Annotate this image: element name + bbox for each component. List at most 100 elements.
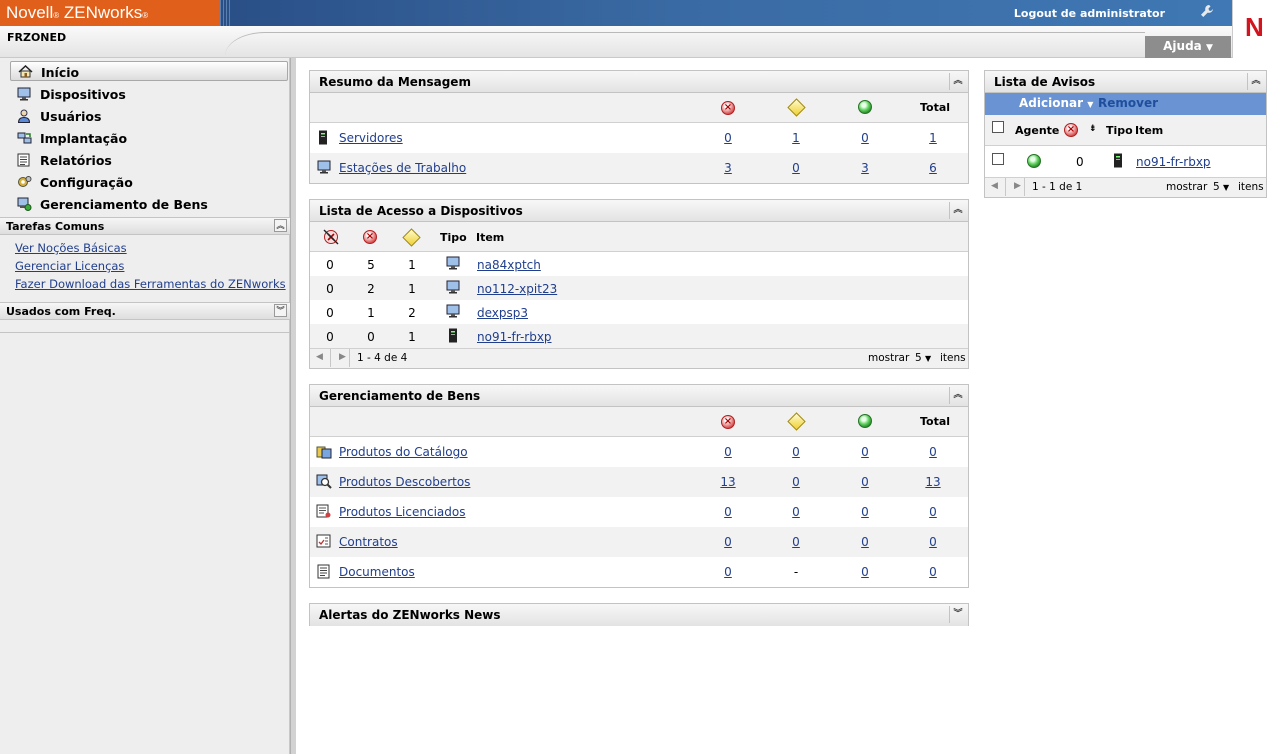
product-name: ZENworks bbox=[63, 3, 143, 22]
warning-count-link[interactable]: 0 bbox=[781, 535, 811, 549]
chevron-down-icon: ▼ bbox=[1087, 100, 1094, 109]
servers-link[interactable]: Servidores bbox=[339, 131, 403, 145]
total-count-link[interactable]: 0 bbox=[918, 505, 948, 519]
sidebar-item-relatorios[interactable]: Relatórios bbox=[10, 150, 288, 170]
device-link[interactable]: no91-fr-rbxp bbox=[477, 330, 552, 344]
total-count-link[interactable]: 0 bbox=[918, 535, 948, 549]
total-count-link[interactable]: 0 bbox=[918, 445, 948, 459]
expand-icon[interactable]: ︾ bbox=[274, 304, 287, 317]
warning-count-link[interactable]: 1 bbox=[781, 131, 811, 145]
sort-desc-icon[interactable]: ⇟ bbox=[1089, 124, 1097, 134]
expand-icon[interactable]: ︾ bbox=[949, 606, 966, 623]
remove-button[interactable]: Remover bbox=[1098, 96, 1158, 110]
sidebar-item-label: Configuração bbox=[40, 175, 133, 190]
sidebar-item-inicio[interactable]: Início bbox=[10, 61, 288, 81]
select-all-checkbox[interactable] bbox=[992, 121, 1004, 133]
next-page-icon[interactable]: ▶ bbox=[1014, 181, 1021, 191]
licensed-products-link[interactable]: Produtos Licenciados bbox=[339, 505, 465, 519]
add-button[interactable]: Adicionar ▼ bbox=[1019, 96, 1093, 110]
workstation-icon bbox=[317, 160, 331, 177]
zone-name: FRZONED bbox=[7, 31, 67, 44]
previous-page-icon[interactable]: ◀ bbox=[991, 181, 998, 191]
ok-count-link[interactable]: 0 bbox=[850, 505, 880, 519]
panel-header[interactable]: Alertas do ZENworks News ︾ bbox=[310, 604, 968, 626]
previous-page-icon[interactable]: ◀ bbox=[316, 352, 323, 362]
collapse-icon[interactable]: ︽ bbox=[949, 387, 966, 404]
error-count-link[interactable]: 0 bbox=[713, 445, 743, 459]
page-size-select[interactable]: 5 ▼ bbox=[1213, 181, 1229, 193]
warning-count-link[interactable]: 0 bbox=[781, 475, 811, 489]
zone-bar: FRZONED Ajuda ▼ bbox=[0, 26, 1232, 58]
error-count-link[interactable]: 0 bbox=[713, 131, 743, 145]
novell-zenworks-logo: Novell® ZENworks® bbox=[0, 0, 220, 26]
task-link-basics[interactable]: Ver Noções Básicas bbox=[15, 241, 127, 255]
panel-header: Lista de Avisos ︽ bbox=[985, 71, 1266, 93]
task-link-licenses[interactable]: Gerenciar Licenças bbox=[15, 259, 124, 273]
device-link[interactable]: no91-fr-rbxp bbox=[1136, 155, 1211, 169]
panel-title: Gerenciamento de Bens bbox=[319, 389, 481, 403]
device-link[interactable]: dexpsp3 bbox=[477, 306, 528, 320]
total-count-link[interactable]: 6 bbox=[918, 161, 948, 175]
ok-count-link[interactable]: 0 bbox=[850, 535, 880, 549]
error-count: 2 bbox=[367, 282, 375, 296]
ok-count-link[interactable]: 0 bbox=[850, 565, 880, 579]
page-size-select[interactable]: 5 ▼ bbox=[915, 352, 931, 364]
task-link-download-tools[interactable]: Fazer Download das Ferramentas do ZENwor… bbox=[15, 277, 286, 291]
total-column-header: Total bbox=[920, 101, 951, 114]
table-header: Agente × ⇟ Tipo Item bbox=[985, 115, 1266, 146]
item-column-header: Item bbox=[476, 231, 505, 244]
warning-count-link[interactable]: 0 bbox=[781, 161, 811, 175]
row-checkbox[interactable] bbox=[992, 153, 1004, 165]
pager-items-label: itens bbox=[940, 352, 966, 364]
frequently-used-header[interactable]: Usados com Freq. ︾ bbox=[0, 302, 290, 320]
total-count-link[interactable]: 1 bbox=[918, 131, 948, 145]
sidebar-item-dispositivos[interactable]: Dispositivos bbox=[10, 84, 288, 104]
total-count-link[interactable]: 13 bbox=[918, 475, 948, 489]
pager-items-label: itens bbox=[1238, 181, 1264, 193]
ok-count-link[interactable]: 0 bbox=[850, 131, 880, 145]
catalog-products-link[interactable]: Produtos do Catálogo bbox=[339, 445, 468, 459]
contracts-link[interactable]: Contratos bbox=[339, 535, 398, 549]
pager-range: 1 - 1 de 1 bbox=[1032, 181, 1083, 193]
documents-link[interactable]: Documentos bbox=[339, 565, 415, 579]
no-error-count: 0 bbox=[326, 330, 334, 344]
table-header: × Total bbox=[310, 93, 968, 123]
wrench-icon[interactable] bbox=[1200, 4, 1214, 22]
help-menu-button[interactable]: Ajuda ▼ bbox=[1145, 36, 1231, 58]
total-count-link[interactable]: 0 bbox=[918, 565, 948, 579]
deploy-icon bbox=[17, 131, 32, 149]
error-icon: × bbox=[1064, 122, 1078, 137]
next-page-icon[interactable]: ▶ bbox=[339, 352, 346, 362]
warning-count-link[interactable]: 0 bbox=[781, 445, 811, 459]
sidebar-item-gerenciamento-de-bens[interactable]: Gerenciamento de Bens bbox=[10, 194, 288, 214]
sidebar-item-configuracao[interactable]: Configuração bbox=[10, 172, 288, 192]
workstations-link[interactable]: Estações de Trabalho bbox=[339, 161, 466, 175]
collapse-icon[interactable]: ︽ bbox=[949, 202, 966, 219]
error-count-link[interactable]: 0 bbox=[713, 565, 743, 579]
ok-count-link[interactable]: 0 bbox=[850, 475, 880, 489]
workstation-icon bbox=[446, 280, 460, 297]
discovered-products-link[interactable]: Produtos Descobertos bbox=[339, 475, 470, 489]
sidebar-item-label: Gerenciamento de Bens bbox=[40, 197, 208, 212]
ok-count-link[interactable]: 0 bbox=[850, 445, 880, 459]
sidebar-item-implantacao[interactable]: Implantação bbox=[10, 128, 288, 148]
ok-count-link[interactable]: 3 bbox=[850, 161, 880, 175]
error-count-link[interactable]: 0 bbox=[713, 505, 743, 519]
error-count-link[interactable]: 0 bbox=[713, 535, 743, 549]
error-count-link[interactable]: 3 bbox=[713, 161, 743, 175]
warning-count-link[interactable]: 0 bbox=[781, 505, 811, 519]
sidebar-splitter[interactable] bbox=[290, 58, 296, 754]
gear-icon bbox=[17, 175, 32, 193]
collapse-icon[interactable]: ︽ bbox=[949, 73, 966, 90]
error-count-link[interactable]: 13 bbox=[713, 475, 743, 489]
common-tasks-header[interactable]: Tarefas Comuns ︽ bbox=[0, 217, 290, 235]
device-link[interactable]: no112-xpit23 bbox=[477, 282, 557, 296]
warning-icon bbox=[787, 412, 806, 431]
collapse-icon[interactable]: ︽ bbox=[274, 219, 287, 232]
table-row: 0 5 1 na84xptch bbox=[310, 252, 968, 276]
collapse-icon[interactable]: ︽ bbox=[1247, 73, 1264, 90]
sidebar-item-usuarios[interactable]: Usuários bbox=[10, 106, 288, 126]
logout-link[interactable]: Logout de administrator bbox=[1014, 7, 1165, 20]
type-column-header: Tipo bbox=[440, 231, 467, 244]
device-link[interactable]: na84xptch bbox=[477, 258, 541, 272]
